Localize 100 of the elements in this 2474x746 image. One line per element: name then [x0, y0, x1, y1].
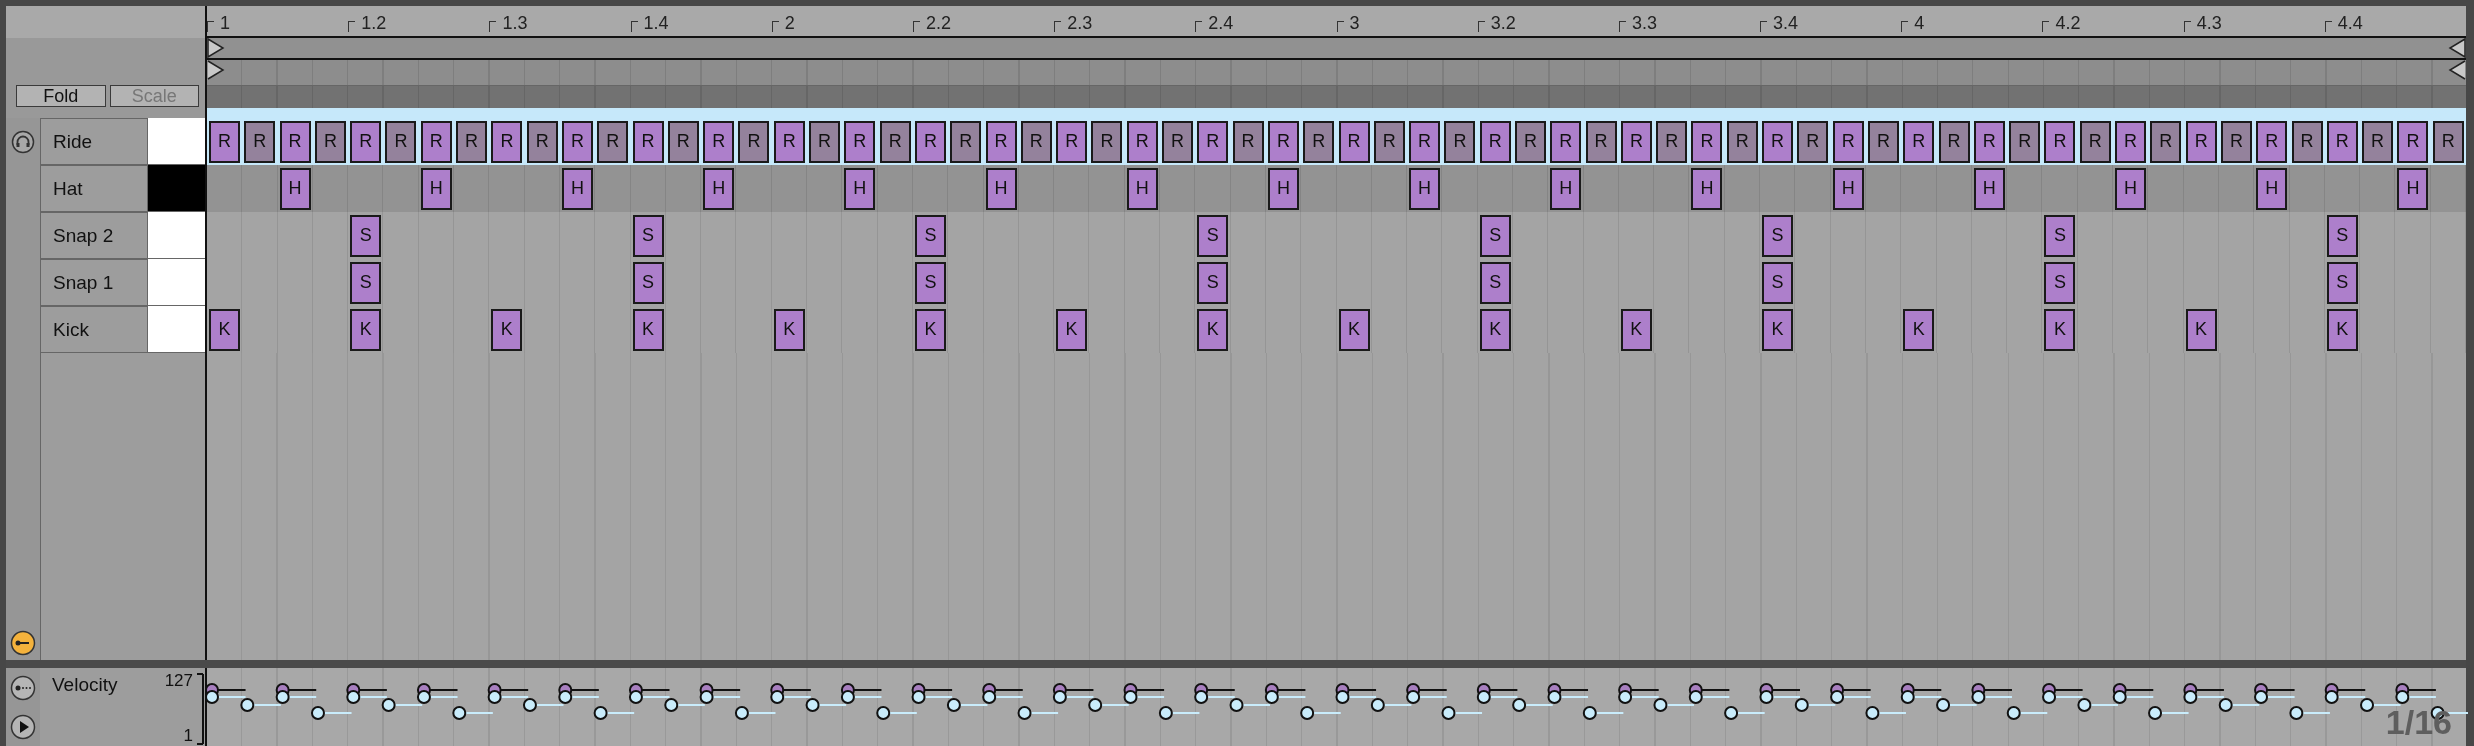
midi-note[interactable]: R — [1762, 120, 1794, 163]
midi-note[interactable]: R — [2432, 120, 2464, 163]
midi-note[interactable]: R — [350, 120, 382, 163]
midi-note[interactable]: R — [385, 120, 417, 163]
midi-note[interactable]: R — [244, 120, 276, 163]
step-cell[interactable] — [1230, 212, 1266, 259]
step-cell[interactable] — [1160, 212, 1196, 259]
step-cell[interactable] — [418, 212, 455, 259]
step-cell[interactable] — [1230, 165, 1266, 212]
step-cell[interactable] — [877, 165, 913, 212]
step-cell[interactable] — [1442, 212, 1478, 259]
midi-note[interactable]: S — [1762, 261, 1794, 304]
midi-note[interactable]: R — [597, 120, 629, 163]
step-cell[interactable] — [2077, 212, 2114, 259]
midi-note[interactable]: R — [2115, 120, 2147, 163]
step-cell[interactable] — [1336, 212, 1372, 259]
midi-note[interactable]: R — [1409, 120, 1441, 163]
piano-key[interactable] — [148, 165, 205, 212]
midi-note[interactable]: K — [1197, 308, 1229, 351]
midi-note[interactable]: H — [1409, 167, 1441, 210]
step-cell[interactable] — [1301, 212, 1337, 259]
step-cell[interactable] — [1513, 165, 1549, 212]
header-button[interactable]: Fold — [16, 85, 106, 107]
step-cell[interactable] — [2007, 165, 2043, 212]
step-cell[interactable] — [807, 165, 843, 212]
step-cell[interactable] — [771, 165, 808, 212]
start-marker-icon[interactable] — [207, 60, 225, 80]
step-cell[interactable] — [1265, 212, 1302, 259]
step-cell[interactable] — [1371, 212, 1408, 259]
midi-note[interactable]: R — [1303, 120, 1335, 163]
step-cell[interactable] — [1548, 212, 1584, 259]
step-cell[interactable] — [2218, 212, 2255, 259]
piano-key[interactable] — [148, 118, 205, 165]
midi-note[interactable]: R — [703, 120, 735, 163]
midi-note[interactable]: K — [632, 308, 664, 351]
step-cell[interactable] — [383, 165, 419, 212]
midi-note[interactable]: R — [1197, 120, 1229, 163]
midi-note[interactable]: R — [1550, 120, 1582, 163]
step-cell[interactable] — [383, 212, 419, 259]
midi-note[interactable]: S — [2044, 214, 2076, 257]
step-cell[interactable] — [2430, 165, 2466, 212]
loop-start-marker-icon[interactable] — [207, 38, 225, 58]
midi-note[interactable]: H — [2256, 167, 2288, 210]
step-cell[interactable] — [1936, 165, 1972, 212]
midi-note[interactable]: R — [1479, 120, 1511, 163]
step-cell[interactable] — [242, 165, 278, 212]
step-cell[interactable] — [1301, 165, 1337, 212]
loop-end-marker-icon[interactable] — [2448, 38, 2466, 58]
midi-note[interactable]: R — [2397, 120, 2429, 163]
midi-note[interactable]: H — [279, 167, 311, 210]
midi-note[interactable]: R — [1232, 120, 1264, 163]
step-cell[interactable] — [207, 259, 243, 306]
midi-note[interactable]: R — [1832, 120, 1864, 163]
step-cell[interactable] — [242, 212, 278, 259]
midi-note[interactable]: K — [1762, 308, 1794, 351]
step-cell[interactable] — [1407, 212, 1443, 259]
step-cell[interactable] — [595, 212, 631, 259]
timeline-ruler[interactable]: 1 1.2 1.3 1.4 2 2.2 2.3 2.4 3 3.2 3.3 3.4 4 4.2 4.3 4.4 — [207, 6, 2466, 38]
step-cell[interactable] — [2077, 165, 2114, 212]
midi-note[interactable]: R — [526, 120, 558, 163]
midi-note[interactable]: S — [1762, 214, 1794, 257]
midi-note[interactable]: R — [632, 120, 664, 163]
midi-note[interactable]: K — [2044, 308, 2076, 351]
step-cell[interactable] — [842, 212, 878, 259]
midi-note[interactable]: H — [1550, 167, 1582, 210]
midi-note[interactable]: R — [809, 120, 841, 163]
step-cell[interactable] — [524, 165, 560, 212]
step-cell[interactable] — [2289, 212, 2325, 259]
end-marker-icon[interactable] — [2448, 60, 2466, 80]
step-cell[interactable] — [1795, 212, 1831, 259]
step-cell[interactable] — [736, 212, 772, 259]
midi-note[interactable]: R — [985, 120, 1017, 163]
step-cell[interactable] — [665, 212, 702, 259]
step-cell[interactable] — [559, 212, 596, 259]
step-cell[interactable] — [630, 165, 666, 212]
midi-note[interactable]: H — [985, 167, 1017, 210]
midi-note[interactable]: R — [1091, 120, 1123, 163]
midi-note[interactable]: R — [879, 120, 911, 163]
step-cell[interactable] — [1795, 165, 1831, 212]
lane-name[interactable]: Snap 2 — [40, 212, 148, 259]
step-cell[interactable] — [489, 212, 525, 259]
midi-note[interactable]: K — [350, 308, 382, 351]
step-cell[interactable] — [1160, 165, 1196, 212]
midi-note[interactable]: S — [350, 214, 382, 257]
step-cell[interactable] — [1901, 212, 1937, 259]
step-cell[interactable] — [1018, 165, 1055, 212]
step-cell[interactable] — [1513, 212, 1549, 259]
midi-note[interactable]: R — [1126, 120, 1158, 163]
step-cell[interactable] — [312, 165, 349, 212]
midi-note[interactable]: R — [1656, 120, 1688, 163]
step-cell[interactable] — [807, 212, 843, 259]
midi-note[interactable]: S — [632, 261, 664, 304]
midi-note[interactable]: S — [2044, 261, 2076, 304]
step-cell[interactable] — [948, 165, 984, 212]
midi-note[interactable]: K — [491, 308, 523, 351]
step-cell[interactable] — [877, 212, 913, 259]
step-cell[interactable] — [1018, 212, 1055, 259]
step-cell[interactable] — [1760, 165, 1796, 212]
step-cell[interactable] — [2042, 165, 2078, 212]
midi-note[interactable]: K — [1903, 308, 1935, 351]
